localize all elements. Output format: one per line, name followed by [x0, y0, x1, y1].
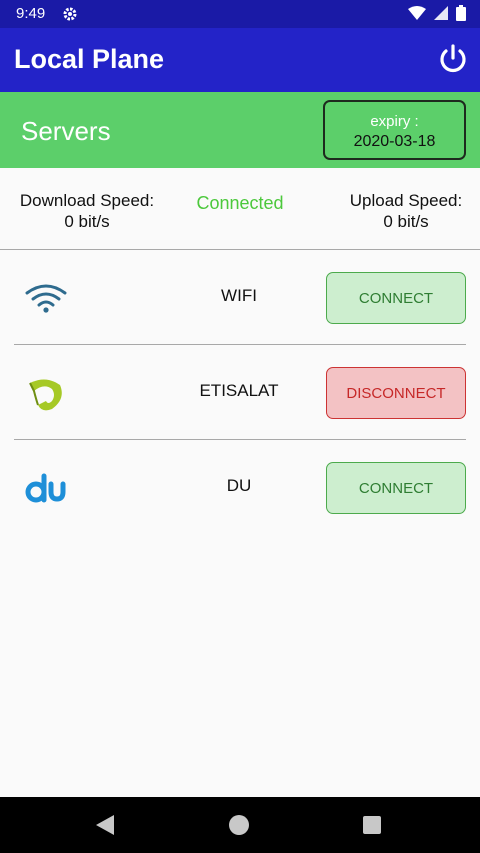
back-icon[interactable] — [96, 815, 114, 835]
network-name: WIFI — [221, 286, 257, 305]
download-speed-label: Download Speed: — [19, 191, 155, 210]
home-icon[interactable] — [229, 815, 249, 835]
network-name: DU — [226, 476, 252, 495]
cell-signal-icon — [434, 6, 448, 20]
wifi-icon — [25, 284, 67, 313]
wifi-signal-icon — [408, 6, 426, 20]
status-time: 9:49 — [16, 5, 46, 22]
connect-du-button[interactable]: CONNECT — [326, 462, 466, 514]
upload-speed-label: Upload Speed: — [349, 191, 463, 210]
status-bar: 9:49 — [0, 0, 480, 28]
connection-status: Connected — [196, 193, 284, 213]
servers-header: Servers expiry : 2020-03-18 — [0, 92, 480, 168]
expiry-date: 2020-03-18 — [353, 133, 436, 150]
power-icon[interactable] — [436, 42, 470, 76]
network-name: ETISALAT — [199, 381, 279, 400]
recent-apps-icon[interactable] — [363, 816, 381, 834]
download-speed: Download Speed: 0 bit/s — [12, 190, 162, 232]
app-title: Local Plane — [14, 44, 165, 74]
expiry-box: expiry : 2020-03-18 — [323, 100, 466, 160]
du-logo-icon — [25, 473, 66, 503]
network-row-wifi: WIFI CONNECT — [14, 250, 466, 345]
system-nav-bar — [0, 797, 480, 853]
network-row-du: DU CONNECT — [14, 440, 466, 535]
app-bar: Local Plane — [0, 28, 480, 92]
servers-title: Servers — [21, 116, 111, 146]
upload-speed: Upload Speed: 0 bit/s — [344, 190, 468, 232]
settings-gear-icon — [63, 7, 77, 21]
disconnect-etisalat-button[interactable]: DISCONNECT — [326, 367, 466, 419]
download-speed-value: 0 bit/s — [64, 212, 110, 231]
expiry-label: expiry : — [370, 113, 419, 130]
battery-icon — [456, 5, 466, 21]
connect-wifi-button[interactable]: CONNECT — [326, 272, 466, 324]
upload-speed-value: 0 bit/s — [383, 212, 429, 231]
speed-panel: Download Speed: 0 bit/s Connected Upload… — [0, 168, 480, 250]
etisalat-logo-icon — [29, 379, 62, 411]
network-row-etisalat: ETISALAT DISCONNECT — [14, 345, 466, 440]
